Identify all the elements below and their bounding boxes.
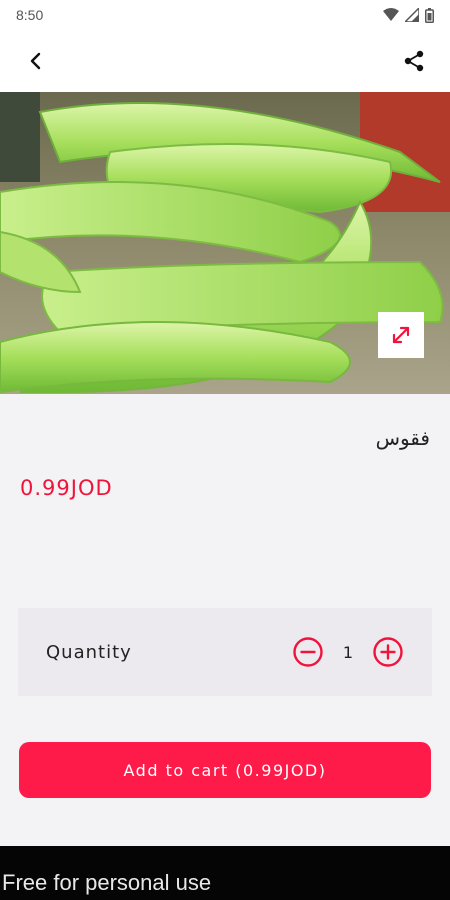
minus-circle-icon[interactable] <box>292 636 324 668</box>
signal-icon <box>405 8 419 22</box>
quantity-value: 1 <box>342 642 354 662</box>
expand-icon <box>392 326 410 344</box>
back-arrow-icon <box>30 52 41 70</box>
plus-circle-icon[interactable] <box>372 636 404 668</box>
battery-icon <box>425 7 434 23</box>
status-time: 8:50 <box>16 7 44 23</box>
product-name: فقوس <box>375 426 430 450</box>
status-icons <box>383 7 434 23</box>
status-bar: 8:50 <box>0 0 450 30</box>
share-button[interactable] <box>394 41 434 81</box>
watermark-text: Free for personal use <box>2 870 212 895</box>
watermark-bar: Free for personal use <box>0 846 450 900</box>
add-to-cart-button[interactable]: Add to cart (0.99JOD) <box>19 742 431 798</box>
quantity-card: Quantity 1 <box>18 608 432 696</box>
back-button[interactable] <box>16 41 56 81</box>
quantity-stepper: 1 <box>292 636 404 668</box>
expand-image-button[interactable] <box>378 312 424 358</box>
product-price: 0.99JOD <box>20 476 113 500</box>
share-icon <box>404 50 424 72</box>
app-bar <box>0 30 450 92</box>
quantity-label: Quantity <box>46 641 132 663</box>
product-image[interactable] <box>0 92 450 394</box>
wifi-icon <box>383 8 399 21</box>
